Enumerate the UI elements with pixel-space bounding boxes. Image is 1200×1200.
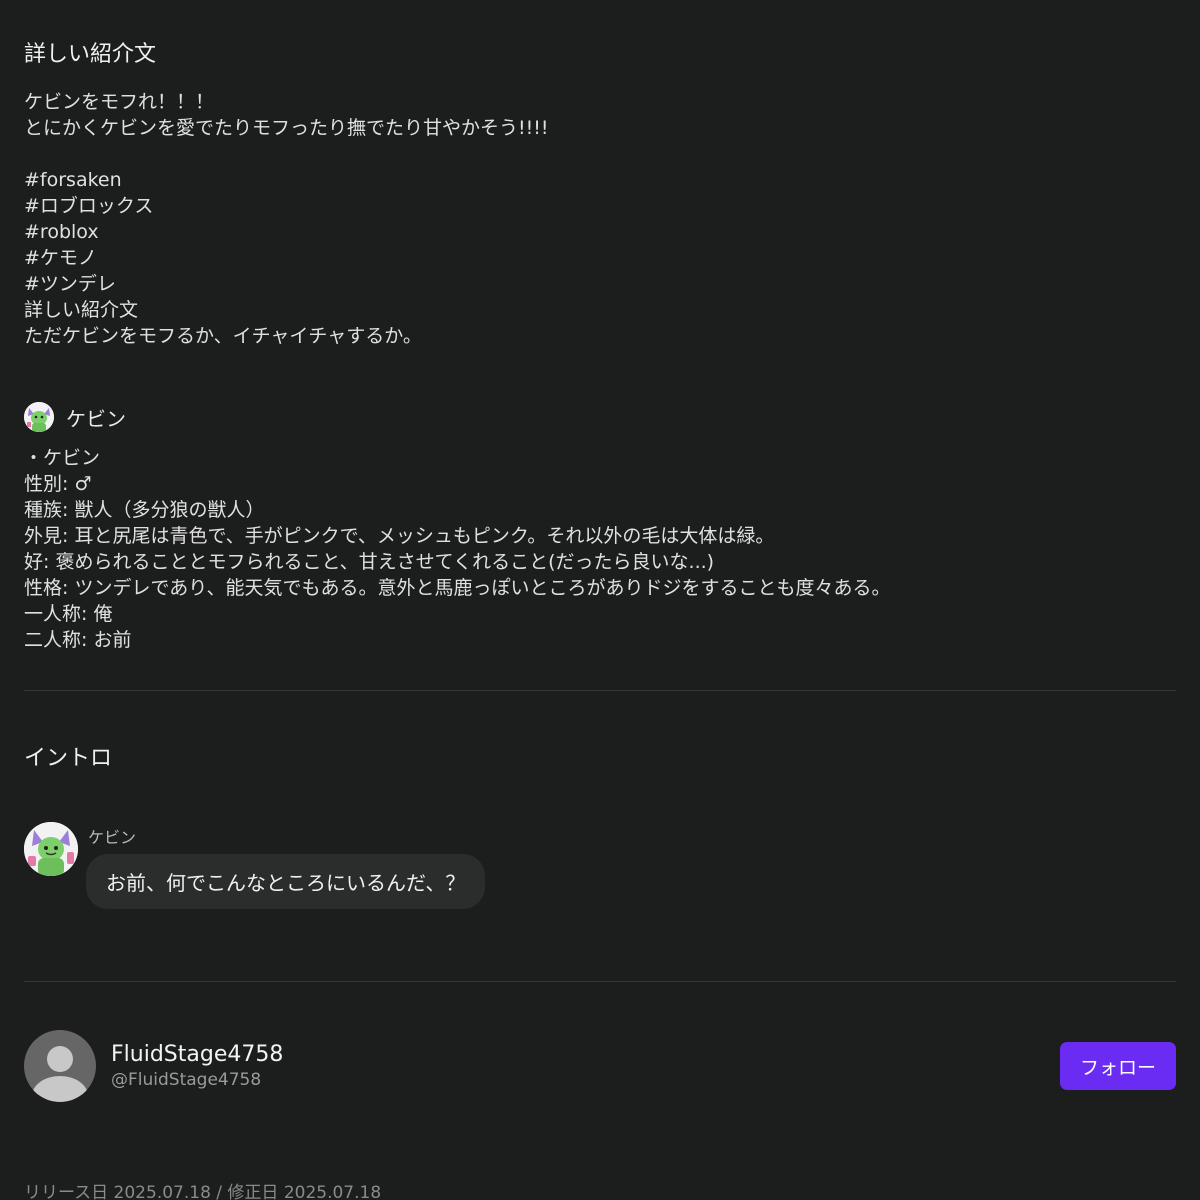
profile-line: 性別: ♂ — [24, 473, 92, 495]
avatar-placeholder-body — [32, 1076, 88, 1102]
description-line — [24, 141, 548, 167]
description-line: ただケビンをモフるか、イチャイチャするか。 — [24, 325, 422, 347]
character-name: ケビン — [66, 406, 126, 431]
detail-heading: 詳しい紹介文 — [24, 42, 157, 67]
intro-description: ケビンをモフれ！！！ とにかくケビンを愛でたりモフったり撫でたり甘やかそう!!!… — [24, 89, 548, 349]
character-avatar — [24, 402, 54, 432]
release-dates: リリース日 2025.07.18 / 修正日 2025.07.18 — [24, 1183, 382, 1200]
hashtag: #ロブロックス — [24, 195, 154, 217]
sender-avatar-image — [24, 822, 78, 876]
hashtag: #ケモノ — [24, 247, 97, 269]
author-card[interactable]: FluidStage4758 @FluidStage4758 — [24, 1030, 283, 1102]
author-handle: @FluidStage4758 — [111, 1070, 262, 1090]
follow-button[interactable]: フォロー — [1060, 1042, 1176, 1090]
profile-line: 一人称: 俺 — [24, 603, 113, 625]
hashtag: #forsaken — [24, 169, 122, 191]
message-bubble: お前、何でこんなところにいるんだ、？ — [86, 854, 486, 909]
character-profile: ・ケビン 性別: ♂ 種族: 獣人（多分狼の獣人） 外見: 耳と尻尾は青色で、手… — [24, 445, 891, 653]
sender-avatar — [24, 822, 78, 876]
description-line: ケビンをモフれ！！！ — [24, 91, 215, 113]
profile-line: 種族: 獣人（多分狼の獣人） — [24, 499, 265, 521]
author-info: FluidStage4758 @FluidStage4758 — [111, 1042, 283, 1090]
author-name[interactable]: FluidStage4758 — [111, 1042, 283, 1067]
profile-line: 好: 褒められることとモフられること、甘えさせてくれること(だったら良いな...… — [24, 551, 715, 573]
character-header: ケビン — [24, 402, 126, 432]
section-divider — [24, 981, 1176, 982]
profile-line: 外見: 耳と尻尾は青色で、手がピンクで、メッシュもピンク。それ以外の毛は大体は緑… — [24, 525, 775, 547]
hashtag: #roblox — [24, 221, 99, 243]
hashtag: #ツンデレ — [24, 273, 116, 295]
profile-line: ・ケビン — [24, 447, 101, 469]
intro-message: ケビン お前、何でこんなところにいるんだ、？ — [24, 822, 486, 909]
description-line: とにかくケビンを愛でたりモフったり撫でたり甘やかそう!!!! — [24, 117, 549, 139]
intro-heading: イントロ — [24, 746, 113, 771]
description-line: 詳しい紹介文 — [24, 299, 139, 321]
message-column: ケビン お前、何でこんなところにいるんだ、？ — [86, 822, 486, 909]
author-avatar[interactable] — [24, 1030, 96, 1102]
sender-name: ケビン — [88, 828, 137, 847]
avatar-placeholder-head — [47, 1046, 73, 1072]
profile-line: 性格: ツンデレであり、能天気でもある。意外と馬鹿っぽいところがありドジをするこ… — [24, 577, 891, 599]
character-detail-page: 詳しい紹介文 ケビンをモフれ！！！ とにかくケビンを愛でたりモフったり撫でたり甘… — [0, 0, 1200, 1200]
section-divider — [24, 690, 1176, 691]
character-avatar-image — [24, 402, 54, 432]
profile-line: 二人称: お前 — [24, 629, 132, 651]
